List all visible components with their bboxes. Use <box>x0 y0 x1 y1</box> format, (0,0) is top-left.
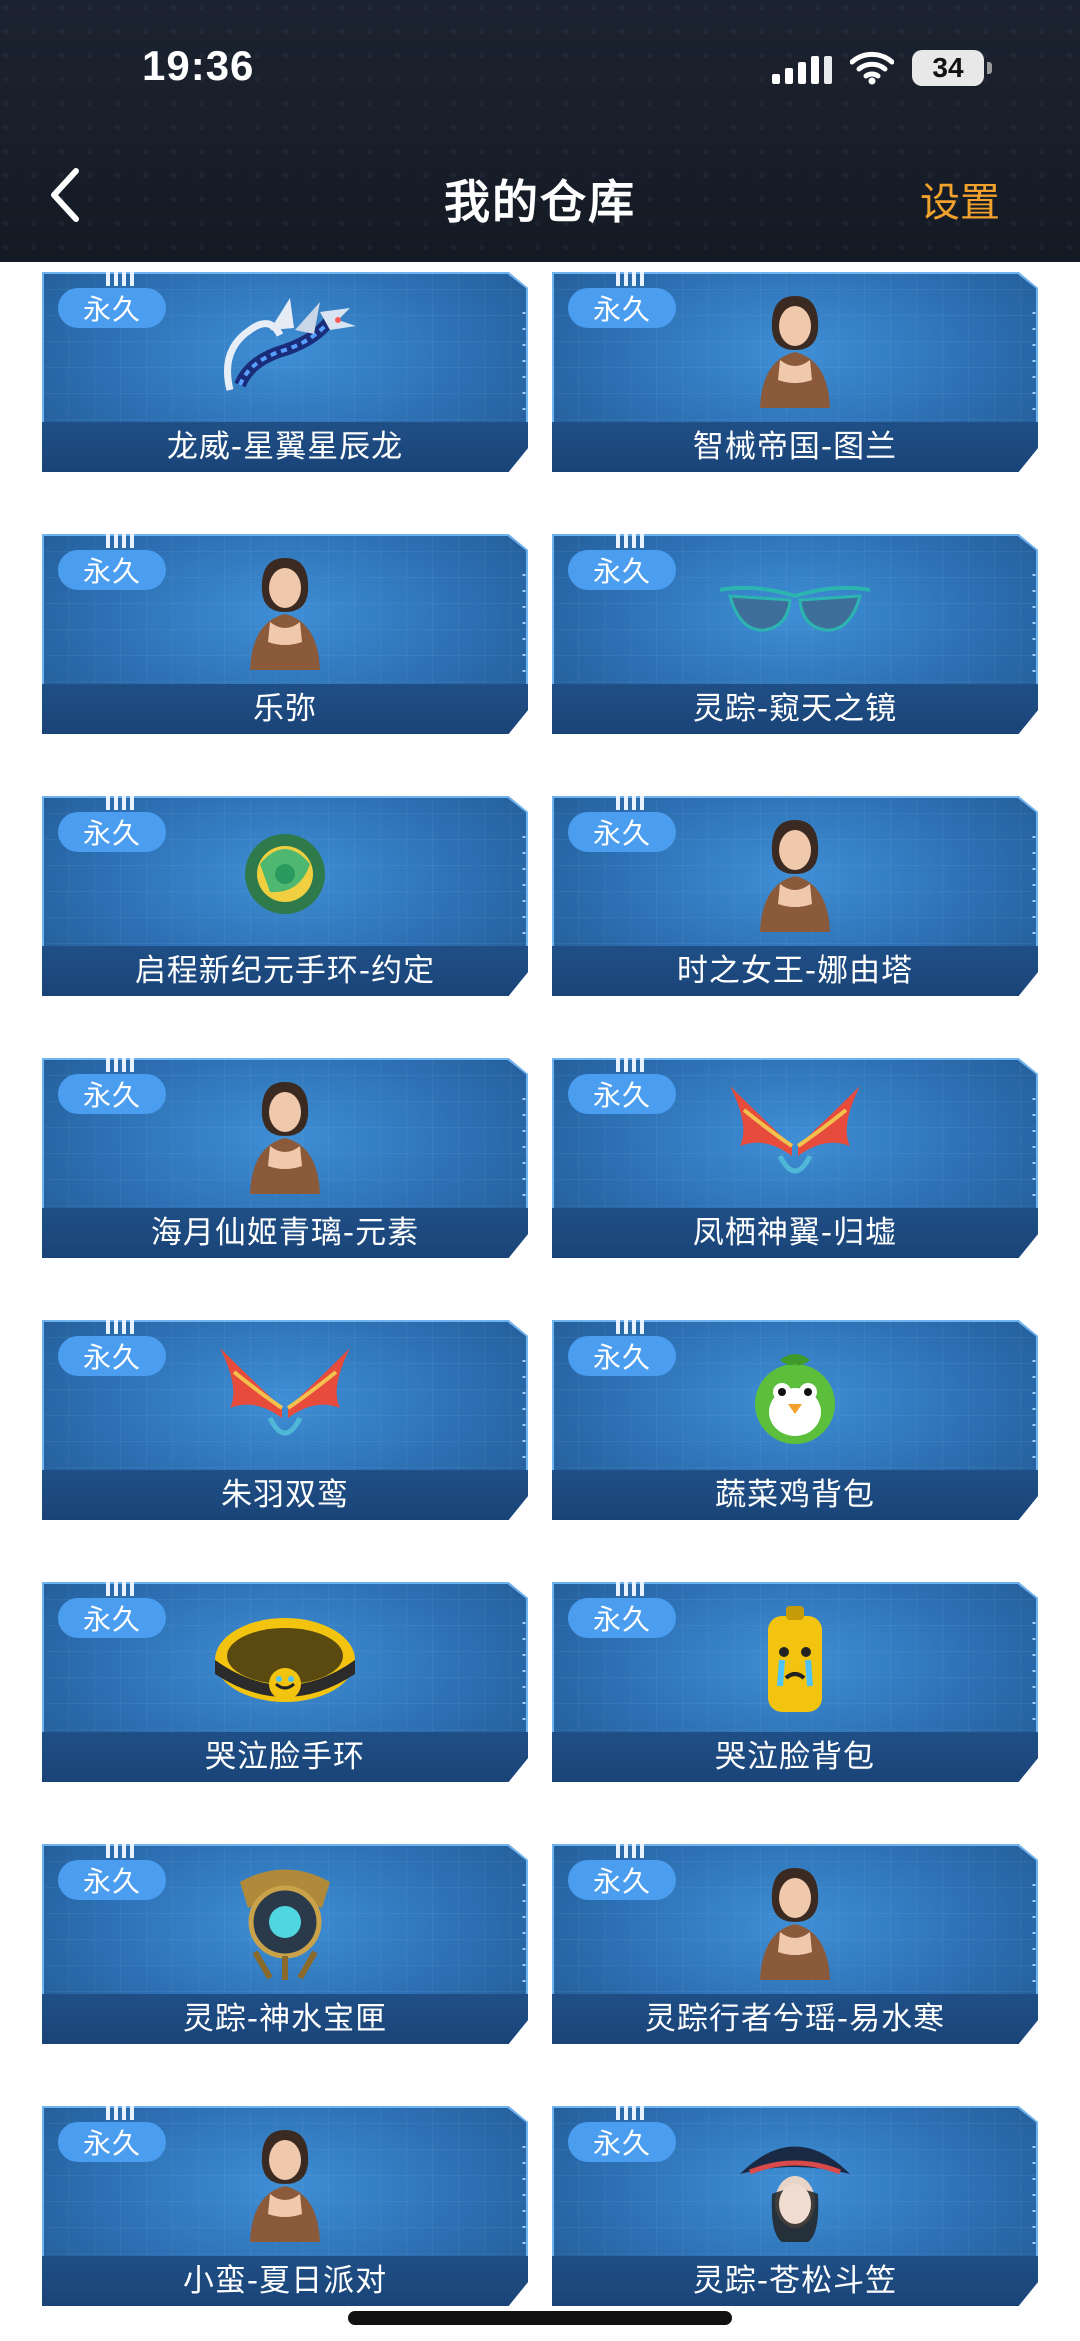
item-card[interactable]: 永久 启程新纪元手环-约定 <box>42 796 528 996</box>
item-card[interactable]: 永久 灵踪行者兮瑶-易水寒 <box>552 1844 1038 2044</box>
settings-button[interactable]: 设置 <box>920 170 1000 228</box>
permanent-badge: 永久 <box>568 2122 676 2162</box>
item-card[interactable]: 永久 龙威-星翼星辰龙 <box>42 272 528 472</box>
item-name: 启程新纪元手环-约定 <box>42 946 528 996</box>
card-tab-marks <box>106 1582 134 1596</box>
page-title: 我的仓库 <box>444 175 636 229</box>
item-card[interactable]: 永久 灵踪-窥天之镜 <box>552 534 1038 734</box>
card-tab-marks <box>106 1320 134 1334</box>
item-name: 乐弥 <box>42 684 528 734</box>
permanent-badge: 永久 <box>58 288 166 328</box>
card-tab-marks <box>616 1058 644 1072</box>
item-name: 时之女王-娜由塔 <box>552 946 1038 996</box>
item-card[interactable]: 永久 灵踪-神水宝匣 <box>42 1844 528 2044</box>
dragon-icon <box>210 290 360 408</box>
character-icon <box>210 1076 360 1194</box>
item-card[interactable]: 永久 小蛮-夏日派对 <box>42 2106 528 2306</box>
item-card[interactable]: 永久 凤栖神翼-归墟 <box>552 1058 1038 1258</box>
permanent-badge: 永久 <box>568 1074 676 1114</box>
permanent-badge: 永久 <box>58 1598 166 1638</box>
chicken-backpack-icon <box>720 1338 870 1456</box>
wings-icon <box>720 1076 870 1194</box>
card-tab-marks <box>106 796 134 810</box>
item-card[interactable]: 永久 蔬菜鸡背包 <box>552 1320 1038 1520</box>
item-card[interactable]: 永久 乐弥 <box>42 534 528 734</box>
item-name: 智械帝国-图兰 <box>552 422 1038 472</box>
item-name: 哭泣脸背包 <box>552 1732 1038 1782</box>
item-name: 灵踪-神水宝匣 <box>42 1994 528 2044</box>
item-card[interactable]: 永久 哭泣脸手环 <box>42 1582 528 1782</box>
item-card[interactable]: 永久 哭泣脸背包 <box>552 1582 1038 1782</box>
item-name: 灵踪-苍松斗笠 <box>552 2256 1038 2306</box>
permanent-badge: 永久 <box>58 2122 166 2162</box>
card-tab-marks <box>616 1582 644 1596</box>
card-tab-marks <box>616 2106 644 2120</box>
crying-backpack-icon <box>720 1600 870 1718</box>
crying-bracelet-icon <box>210 1600 360 1718</box>
item-name: 蔬菜鸡背包 <box>552 1470 1038 1520</box>
wifi-icon <box>850 51 894 85</box>
card-tab-marks <box>106 272 134 286</box>
permanent-badge: 永久 <box>58 1860 166 1900</box>
wings-icon <box>210 1338 360 1456</box>
permanent-badge: 永久 <box>58 550 166 590</box>
item-name: 哭泣脸手环 <box>42 1732 528 1782</box>
item-name: 小蛮-夏日派对 <box>42 2256 528 2306</box>
card-tab-marks <box>616 1844 644 1858</box>
permanent-badge: 永久 <box>58 1336 166 1376</box>
cellular-signal-icon <box>772 52 832 84</box>
item-name: 凤栖神翼-归墟 <box>552 1208 1038 1258</box>
battery-indicator: 34 <box>912 50 992 86</box>
hat-icon <box>720 2124 870 2242</box>
bracelet-icon <box>210 814 360 932</box>
permanent-badge: 永久 <box>568 1860 676 1900</box>
item-card[interactable]: 永久 海月仙姬青璃-元素 <box>42 1058 528 1258</box>
card-tab-marks <box>616 1320 644 1334</box>
card-tab-marks <box>616 272 644 286</box>
item-card[interactable]: 永久 朱羽双鸾 <box>42 1320 528 1520</box>
item-name: 灵踪-窥天之镜 <box>552 684 1038 734</box>
status-time: 19:36 <box>142 42 255 89</box>
item-name: 朱羽双鸾 <box>42 1470 528 1520</box>
card-tab-marks <box>616 796 644 810</box>
item-name: 灵踪行者兮瑶-易水寒 <box>552 1994 1038 2044</box>
character-icon <box>720 290 870 408</box>
treasure-box-icon <box>210 1862 360 1980</box>
top-bar: 19:36 34 我的仓库 设置 <box>0 0 1080 262</box>
card-tab-marks <box>616 534 644 548</box>
permanent-badge: 永久 <box>568 550 676 590</box>
permanent-badge: 永久 <box>568 1336 676 1376</box>
card-tab-marks <box>106 1844 134 1858</box>
permanent-badge: 永久 <box>568 1598 676 1638</box>
character-icon <box>210 552 360 670</box>
permanent-badge: 永久 <box>58 1074 166 1114</box>
permanent-badge: 永久 <box>568 288 676 328</box>
permanent-badge: 永久 <box>58 812 166 852</box>
card-tab-marks <box>106 1058 134 1072</box>
item-name: 龙威-星翼星辰龙 <box>42 422 528 472</box>
status-icons: 34 <box>772 50 992 86</box>
warehouse-grid: 永久 龙威-星翼星辰龙 永久 智械帝国-图兰 永久 乐弥 永久 灵踪-窥天之镜 … <box>0 262 1080 2341</box>
character-icon <box>720 814 870 932</box>
home-indicator[interactable] <box>348 2311 732 2325</box>
card-tab-marks <box>106 534 134 548</box>
card-tab-marks <box>106 2106 134 2120</box>
item-card[interactable]: 永久 智械帝国-图兰 <box>552 272 1038 472</box>
character-icon <box>720 1862 870 1980</box>
permanent-badge: 永久 <box>568 812 676 852</box>
item-card[interactable]: 永久 时之女王-娜由塔 <box>552 796 1038 996</box>
item-name: 海月仙姬青璃-元素 <box>42 1208 528 1258</box>
item-card[interactable]: 永久 灵踪-苍松斗笠 <box>552 2106 1038 2306</box>
glasses-icon <box>709 552 881 670</box>
character-icon <box>210 2124 360 2242</box>
